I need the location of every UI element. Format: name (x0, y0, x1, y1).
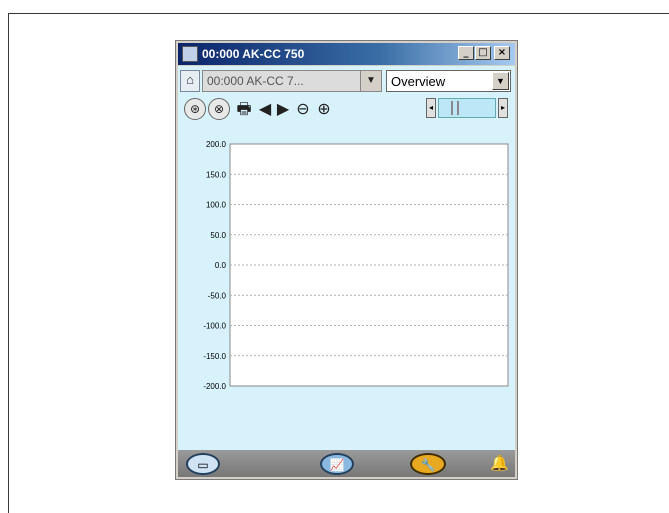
maximize-button[interactable]: □ (475, 46, 491, 60)
title-bar[interactable]: 00:000 AK-CC 750 _ □ × (178, 43, 515, 65)
wrench-icon[interactable]: 🔧 (410, 453, 446, 475)
window-title: 00:000 AK-CC 750 (202, 47, 305, 61)
y-tick-label: 150.0 (206, 170, 227, 179)
y-tick-label: -100.0 (203, 322, 226, 331)
scroll-left-button[interactable]: ◂ (426, 98, 436, 118)
zoom-fit-icon[interactable]: ⊛ (184, 98, 206, 120)
view-select[interactable]: Overview ▼ (386, 70, 511, 92)
scroll-right-button[interactable]: ▸ (498, 98, 508, 118)
device-icon[interactable]: ▭ (186, 453, 220, 475)
background-frame-left (8, 13, 9, 513)
next-icon[interactable]: ▶ (274, 98, 292, 120)
minimize-button[interactable]: _ (458, 46, 474, 60)
scroll-thumb[interactable] (451, 101, 453, 115)
y-tick-label: -150.0 (203, 352, 226, 361)
graph-icon[interactable]: 📈 (320, 453, 354, 475)
chevron-down-icon[interactable]: ▼ (360, 71, 381, 91)
scroll-thumb-grip (457, 101, 459, 115)
app-icon[interactable] (182, 46, 198, 62)
y-tick-label: 0.0 (215, 261, 227, 270)
app-window: 00:000 AK-CC 750 _ □ × ⌂ 00:000 AK-CC 7.… (175, 40, 518, 480)
alarm-bell-icon[interactable]: 🔔 (490, 453, 509, 475)
home-button[interactable]: ⌂ (180, 70, 200, 92)
trend-chart: 200.0 150.0 100.0 50.0 0.0 -50.0 -100.0 -150.0 -… (203, 140, 509, 391)
unit-select[interactable]: 00:000 AK-CC 7... ▼ (202, 70, 382, 92)
view-select-value: Overview (391, 74, 446, 89)
zoom-cycle-icon[interactable]: ⊗ (208, 98, 230, 120)
prev-icon[interactable]: ◀ (256, 98, 274, 120)
zoom-out-icon[interactable]: ⊖ (293, 98, 313, 120)
scroll-track[interactable] (438, 98, 496, 118)
chevron-down-icon[interactable]: ▼ (492, 72, 509, 90)
y-tick-label: 200.0 (206, 140, 227, 149)
time-scroller[interactable]: ◂ ▸ (426, 98, 508, 120)
close-button[interactable]: × (494, 46, 510, 60)
y-tick-label: 50.0 (210, 231, 226, 240)
bottom-nav: ▭ 📈 🔧 🔔 (178, 450, 515, 477)
background-frame-top (8, 13, 669, 14)
y-tick-label: -50.0 (208, 291, 227, 300)
zoom-in-icon[interactable]: ⊕ (314, 98, 334, 120)
y-tick-label: -200.0 (203, 382, 226, 391)
client-area: ⌂ 00:000 AK-CC 7... ▼ Overview ▼ ⊛ ⊗ 🖶 ◀… (178, 66, 515, 477)
unit-select-value: 00:000 AK-CC 7... (207, 74, 304, 88)
y-tick-label: 100.0 (206, 201, 227, 210)
print-icon[interactable]: 🖶 (233, 98, 255, 120)
